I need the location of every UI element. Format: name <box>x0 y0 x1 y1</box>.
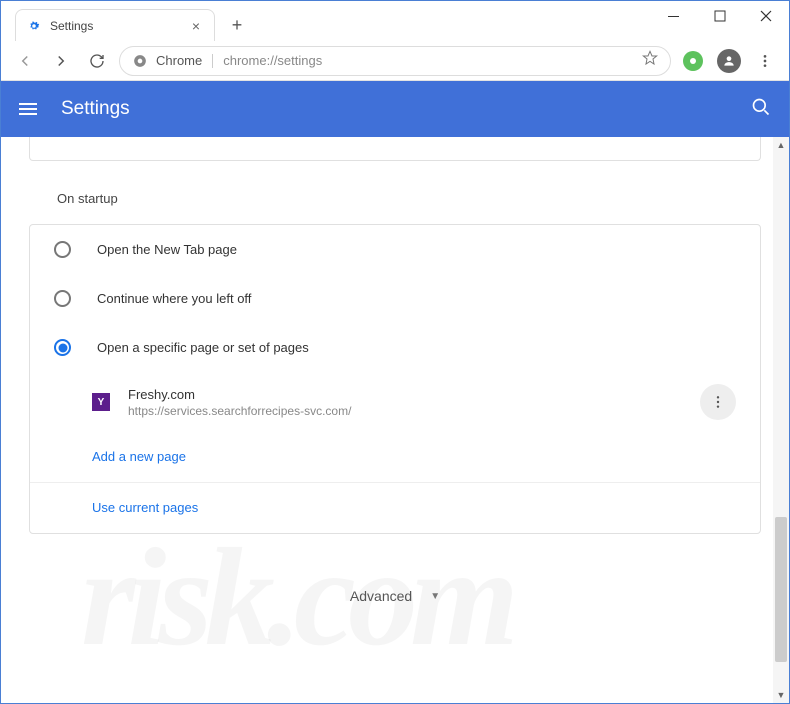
radio-specific-pages[interactable]: Open a specific page or set of pages <box>30 323 760 372</box>
startup-page-row: Y Freshy.com https://services.searchforr… <box>30 372 760 432</box>
favicon-icon: Y <box>92 393 110 411</box>
radio-label: Open a specific page or set of pages <box>97 340 309 355</box>
new-tab-button[interactable]: + <box>223 11 251 39</box>
previous-card-edge <box>29 137 761 161</box>
radio-continue[interactable]: Continue where you left off <box>30 274 760 323</box>
bookmark-star-icon[interactable] <box>642 50 658 71</box>
page-info: Freshy.com https://services.searchforrec… <box>128 387 682 418</box>
avatar-icon <box>717 49 741 73</box>
scrollbar-thumb[interactable] <box>775 517 787 662</box>
content-area: PC risk.com On startup Open the New Tab … <box>1 137 789 703</box>
scrollbar[interactable]: ▲ ▼ <box>773 137 789 703</box>
section-title: On startup <box>57 191 765 206</box>
advanced-toggle[interactable]: Advanced ▼ <box>25 588 765 604</box>
link-label: Use current pages <box>92 500 198 515</box>
radio-label: Open the New Tab page <box>97 242 237 257</box>
close-icon[interactable]: × <box>188 18 204 34</box>
tab-strip: Settings × + <box>1 1 251 41</box>
page-name: Freshy.com <box>128 387 682 402</box>
link-label: Add a new page <box>92 449 186 464</box>
more-actions-button[interactable] <box>700 384 736 420</box>
menu-button[interactable] <box>751 47 779 75</box>
content-scroll[interactable]: On startup Open the New Tab page Continu… <box>1 137 789 703</box>
titlebar: Settings × + <box>1 1 789 41</box>
extension-icon <box>683 51 703 71</box>
chrome-icon <box>132 53 148 69</box>
page-title: Settings <box>61 98 751 120</box>
add-page-link[interactable]: Add a new page <box>30 432 760 482</box>
browser-window: Settings × + Chrome chrome://settings <box>0 0 790 704</box>
scroll-down-arrow[interactable]: ▼ <box>773 687 789 703</box>
radio-new-tab[interactable]: Open the New Tab page <box>30 225 760 274</box>
extension-button[interactable] <box>679 47 707 75</box>
omnibox-origin-label: Chrome <box>156 53 202 68</box>
window-controls <box>651 1 789 31</box>
address-bar[interactable]: Chrome chrome://settings <box>119 46 671 76</box>
use-current-pages-link[interactable]: Use current pages <box>30 482 760 533</box>
minimize-button[interactable] <box>651 1 697 31</box>
hamburger-menu-button[interactable] <box>19 97 43 121</box>
startup-card: Open the New Tab page Continue where you… <box>29 224 761 534</box>
close-window-button[interactable] <box>743 1 789 31</box>
tab-settings[interactable]: Settings × <box>15 9 215 41</box>
reload-button[interactable] <box>83 47 111 75</box>
radio-label: Continue where you left off <box>97 291 251 306</box>
scroll-up-arrow[interactable]: ▲ <box>773 137 789 153</box>
toolbar: Chrome chrome://settings <box>1 41 789 81</box>
omnibox-url: chrome://settings <box>223 53 634 68</box>
page-url: https://services.searchforrecipes-svc.co… <box>128 404 682 418</box>
profile-button[interactable] <box>715 47 743 75</box>
back-button[interactable] <box>11 47 39 75</box>
advanced-label: Advanced <box>350 588 412 604</box>
omnibox-divider <box>212 54 213 68</box>
maximize-button[interactable] <box>697 1 743 31</box>
chevron-down-icon: ▼ <box>430 591 440 602</box>
settings-appbar: Settings <box>1 81 789 137</box>
tab-title: Settings <box>50 19 180 33</box>
radio-icon <box>54 339 71 356</box>
gear-icon <box>26 18 42 34</box>
radio-icon <box>54 241 71 258</box>
search-button[interactable] <box>751 97 771 122</box>
radio-icon <box>54 290 71 307</box>
forward-button[interactable] <box>47 47 75 75</box>
